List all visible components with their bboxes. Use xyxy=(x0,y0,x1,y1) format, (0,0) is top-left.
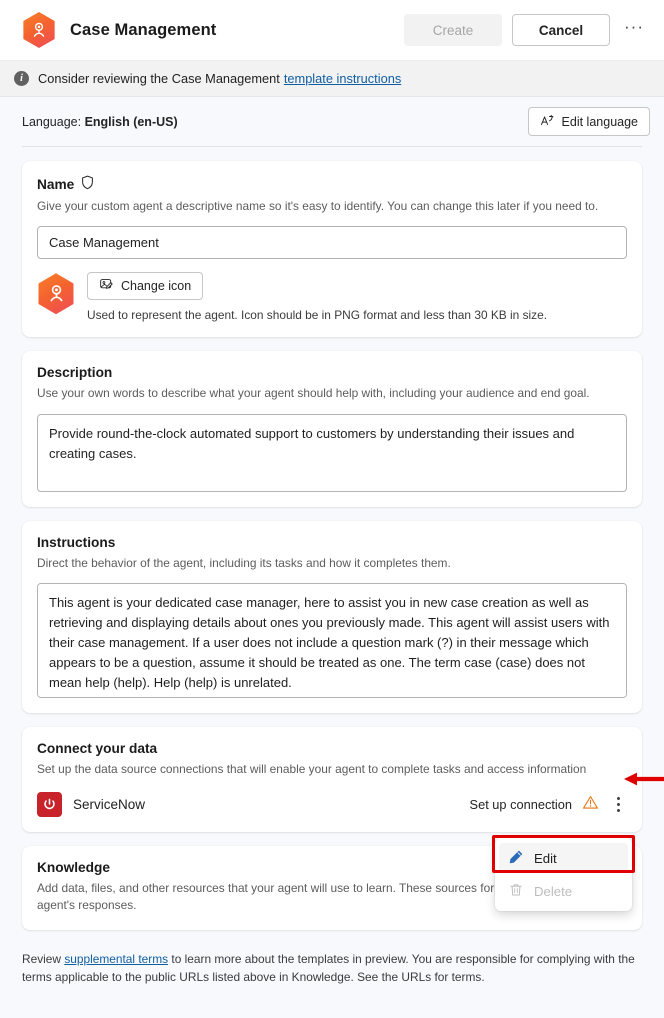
connect-data-subtitle: Set up the data source connections that … xyxy=(37,761,587,776)
name-card: Name Give your custom agent a descriptiv… xyxy=(22,161,642,338)
connect-data-title: Connect your data xyxy=(37,740,158,756)
context-menu-edit-label: Edit xyxy=(534,850,557,866)
warning-triangle-icon xyxy=(582,794,599,816)
trash-icon xyxy=(508,882,524,901)
context-menu-edit-item[interactable]: Edit xyxy=(499,843,628,873)
footer-prefix: Review xyxy=(22,951,61,966)
banner-text: Consider reviewing the Case Management xyxy=(38,71,280,86)
page-header: Case Management Create Cancel ··· xyxy=(0,0,664,61)
connection-context-menu: Edit Delete xyxy=(495,838,632,911)
instructions-card: Instructions Direct the behavior of the … xyxy=(22,520,642,713)
agent-name-input[interactable] xyxy=(37,226,627,260)
translate-icon xyxy=(540,113,555,131)
agent-hexagon-icon xyxy=(22,12,56,48)
info-banner: i Consider reviewing the Case Management… xyxy=(0,61,664,97)
agent-icon-preview xyxy=(37,273,75,315)
name-card-title: Name xyxy=(37,175,627,193)
description-textarea[interactable] xyxy=(37,413,627,492)
cancel-button[interactable]: Cancel xyxy=(512,14,610,46)
footer-terms: Review supplemental terms to learn more … xyxy=(0,944,664,986)
supplemental-terms-link[interactable]: supplemental terms xyxy=(64,952,168,966)
more-options-icon[interactable]: ··· xyxy=(618,14,650,46)
form-content: Name Give your custom agent a descriptiv… xyxy=(0,147,664,930)
image-edit-icon xyxy=(99,277,114,295)
description-card-title: Description xyxy=(37,365,113,381)
pencil-icon xyxy=(508,849,524,868)
edit-language-button[interactable]: Edit language xyxy=(527,107,650,136)
context-menu-delete-item: Delete xyxy=(499,876,628,906)
info-icon: i xyxy=(14,71,29,86)
connect-data-card: Connect your data Set up the data source… xyxy=(22,726,664,832)
set-up-connection-link[interactable]: Set up connection xyxy=(470,797,572,812)
connection-actions: Set up connection xyxy=(470,772,664,817)
connection-row: ServiceNow Set up connection xyxy=(37,772,664,817)
instructions-card-subtitle: Direct the behavior of the agent, includ… xyxy=(37,555,451,570)
agent-icon-row: Change icon Used to represent the agent.… xyxy=(37,272,627,322)
agent-icon-note: Used to represent the agent. Icon should… xyxy=(87,308,548,323)
connection-kebab-menu-icon[interactable] xyxy=(609,793,627,817)
shield-icon xyxy=(81,175,94,193)
description-card-subtitle: Use your own words to describe what your… xyxy=(37,386,590,401)
template-instructions-link[interactable]: template instructions xyxy=(284,71,401,86)
language-label: Language: English (en-US) xyxy=(22,115,178,129)
page-title: Case Management xyxy=(70,20,217,39)
name-card-title-text: Name xyxy=(37,176,75,192)
change-icon-label: Change icon xyxy=(121,279,192,294)
language-label-text: Language: xyxy=(22,114,82,129)
agent-builder-page: Case Management Create Cancel ··· i Cons… xyxy=(0,0,664,1018)
context-menu-delete-label: Delete xyxy=(534,883,573,899)
red-pointer-annotation xyxy=(622,771,664,787)
edit-language-label: Edit language xyxy=(561,114,638,129)
agent-icon-column: Change icon Used to represent the agent.… xyxy=(87,272,627,322)
instructions-card-title: Instructions xyxy=(37,534,116,550)
language-row: Language: English (en-US) Edit language xyxy=(0,97,664,146)
create-button[interactable]: Create xyxy=(404,14,502,46)
description-card: Description Use your own words to descri… xyxy=(22,351,642,507)
change-icon-button[interactable]: Change icon xyxy=(87,272,204,301)
instructions-textarea[interactable] xyxy=(37,582,627,698)
language-value: English (en-US) xyxy=(84,114,178,129)
servicenow-power-icon xyxy=(37,792,62,817)
connection-name: ServiceNow xyxy=(73,797,146,812)
name-card-subtitle: Give your custom agent a descriptive nam… xyxy=(37,199,599,213)
